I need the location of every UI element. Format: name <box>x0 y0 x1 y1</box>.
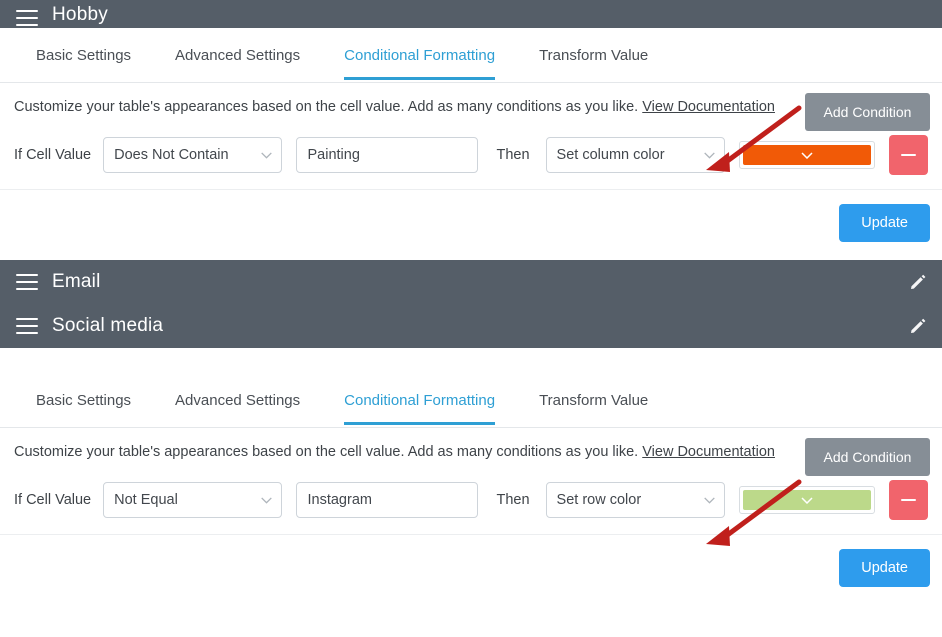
color-swatch <box>742 145 871 165</box>
view-documentation-link[interactable]: View Documentation <box>642 444 775 460</box>
condition-value-input[interactable] <box>296 137 479 173</box>
color-picker-row[interactable] <box>738 486 875 514</box>
add-condition-button[interactable]: Add Condition <box>805 93 930 131</box>
chevron-down-icon <box>801 151 813 159</box>
section-title: Hobby <box>52 4 108 25</box>
view-documentation-link[interactable]: View Documentation <box>642 99 775 115</box>
add-condition-button[interactable]: Add Condition <box>805 438 930 476</box>
drag-handle-icon[interactable] <box>16 318 38 334</box>
action-select-value: Set row color <box>556 492 642 508</box>
operator-select-value: Not Equal <box>114 492 178 508</box>
tabs-social-media: Basic Settings Advanced Settings Conditi… <box>0 373 942 428</box>
update-row-social-media: Update <box>0 535 942 605</box>
color-swatch <box>742 490 871 510</box>
pencil-icon[interactable] <box>910 318 926 334</box>
remove-condition-button[interactable] <box>888 135 928 175</box>
pencil-icon[interactable] <box>910 274 926 290</box>
update-row-hobby: Update <box>0 190 942 260</box>
section-header-email[interactable]: Email <box>0 260 942 304</box>
tab-conditional-formatting[interactable]: Conditional Formatting <box>322 375 517 425</box>
tab-basic-settings[interactable]: Basic Settings <box>14 30 153 80</box>
chevron-down-icon <box>261 497 273 504</box>
if-cell-value-label: If Cell Value <box>14 492 92 508</box>
chevron-down-icon <box>704 497 715 504</box>
section-title: Social media <box>52 315 164 336</box>
minus-icon <box>900 154 916 156</box>
section-header-hobby[interactable]: Hobby <box>0 0 942 28</box>
condition-value-input[interactable] <box>296 482 479 518</box>
operator-select-value: Does Not Contain <box>114 147 229 163</box>
chevron-down-icon <box>801 496 813 504</box>
tab-advanced-settings[interactable]: Advanced Settings <box>153 30 322 80</box>
then-label: Then <box>496 492 530 508</box>
color-picker-column[interactable] <box>738 141 875 169</box>
tab-conditional-formatting[interactable]: Conditional Formatting <box>322 30 517 80</box>
then-label: Then <box>496 147 530 163</box>
description-text: Customize your table's appearances based… <box>14 444 639 460</box>
operator-select[interactable]: Does Not Contain <box>103 137 283 173</box>
tab-advanced-settings[interactable]: Advanced Settings <box>153 375 322 425</box>
remove-condition-button[interactable] <box>888 480 928 520</box>
tabs-hobby: Basic Settings Advanced Settings Conditi… <box>0 28 942 83</box>
operator-select[interactable]: Not Equal <box>103 482 283 518</box>
tab-transform-value[interactable]: Transform Value <box>517 30 670 80</box>
drag-handle-icon[interactable] <box>16 10 38 26</box>
drag-handle-icon[interactable] <box>16 274 38 290</box>
condition-row-hobby: If Cell Value Does Not Contain Then Set … <box>0 127 942 190</box>
chevron-down-icon <box>704 152 715 159</box>
minus-icon <box>900 499 916 501</box>
action-select-value: Set column color <box>556 147 665 163</box>
section-title: Email <box>52 271 101 292</box>
description-row-hobby: Customize your table's appearances based… <box>0 83 942 131</box>
description-text: Customize your table's appearances based… <box>14 99 639 115</box>
action-select[interactable]: Set row color <box>545 482 725 518</box>
action-select[interactable]: Set column color <box>545 137 725 173</box>
update-button[interactable]: Update <box>839 549 930 587</box>
section-header-social-media[interactable]: Social media <box>0 304 942 348</box>
tab-transform-value[interactable]: Transform Value <box>517 375 670 425</box>
tab-basic-settings[interactable]: Basic Settings <box>14 375 153 425</box>
if-cell-value-label: If Cell Value <box>14 147 92 163</box>
chevron-down-icon <box>261 152 273 159</box>
description-row-social-media: Customize your table's appearances based… <box>0 428 942 476</box>
update-button[interactable]: Update <box>839 204 930 242</box>
condition-row-social-media: If Cell Value Not Equal Then Set row col… <box>0 472 942 535</box>
